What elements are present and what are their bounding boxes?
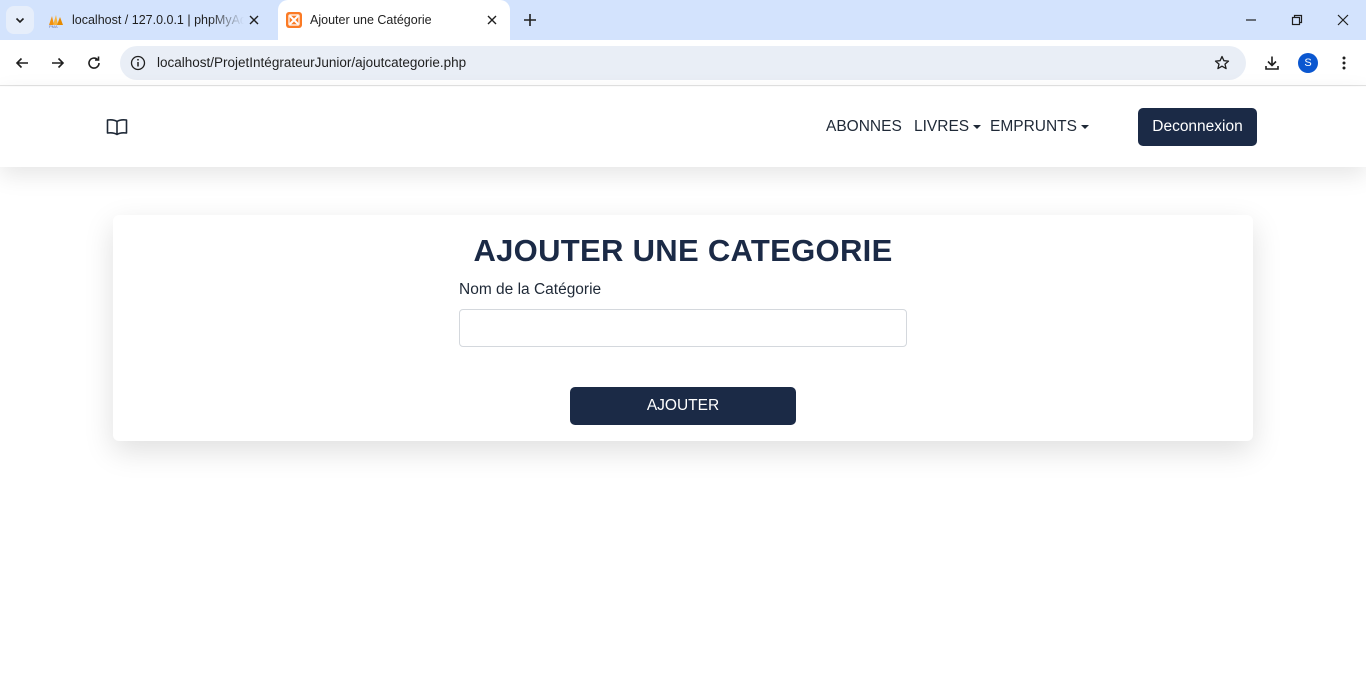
close-tab-icon[interactable] [482,10,502,30]
download-icon [1265,56,1279,70]
category-name-input[interactable] [459,309,907,347]
nav-emprunts-dropdown[interactable]: EMPRUNTS [990,118,1089,136]
url-text[interactable]: localhost/ProjetIntégrateurJunior/ajoutc… [157,55,466,70]
nav-abonnes[interactable]: ABONNES [826,118,902,136]
bookmark-star-icon[interactable] [1212,53,1232,73]
nav-abonnes-label: ABONNES [826,118,902,135]
close-tab-icon[interactable] [244,10,264,30]
xampp-icon [286,12,302,28]
site-navbar: ABONNES LIVRES EMPRUNTS Deconnexion [0,87,1366,167]
restore-icon [1291,14,1303,26]
new-tab-button[interactable] [518,8,542,32]
logout-button[interactable]: Deconnexion [1138,108,1257,146]
page-title: AJOUTER UNE CATEGORIE [473,233,893,268]
close-icon [1337,14,1349,26]
phpmyadmin-icon: PMA [49,15,63,28]
browser-toolbar: localhost/ProjetIntégrateurJunior/ajoutc… [0,40,1366,86]
tab-search-button[interactable] [6,6,34,34]
address-bar[interactable]: localhost/ProjetIntégrateurJunior/ajoutc… [120,46,1246,80]
arrow-left-icon [15,57,28,69]
reload-icon [88,56,100,69]
close-window-button[interactable] [1320,0,1366,40]
arrow-right-icon [52,57,65,69]
add-category-card: AJOUTER UNE CATEGORIE Nom de la Catégori… [113,215,1253,441]
more-vertical-icon [1342,56,1346,70]
caret-down-icon [973,125,982,129]
nav-livres-dropdown[interactable]: LIVRES [914,118,982,136]
minimize-icon [1246,19,1256,21]
downloads-button[interactable] [1258,49,1286,77]
tab-title: localhost / 127.0.0.1 | phpMyAdmin [72,13,244,27]
profile-avatar[interactable]: S [1298,53,1318,73]
reload-button[interactable] [80,49,108,77]
tab-ajouter-categorie[interactable]: Ajouter une Catégorie [278,0,510,40]
minimize-button[interactable] [1228,0,1274,40]
caret-down-icon [1080,125,1089,129]
tab-phpmyadmin[interactable]: PMA localhost / 127.0.0.1 | phpMyAdmin [40,0,272,40]
open-book-icon[interactable] [106,118,128,136]
chevron-down-icon [15,17,25,24]
browser-tab-bar: PMA localhost / 127.0.0.1 | phpMyAdmin A… [0,0,1366,40]
svg-text:PMA: PMA [49,24,58,28]
nav-livres-label: LIVRES [914,118,970,135]
back-button[interactable] [8,49,36,77]
forward-button[interactable] [44,49,72,77]
browser-menu-button[interactable] [1330,49,1358,77]
plus-icon [524,14,536,26]
add-button[interactable]: AJOUTER [570,387,796,425]
tab-title: Ajouter une Catégorie [310,13,432,27]
restore-button[interactable] [1274,0,1320,40]
category-name-label: Nom de la Catégorie [459,281,602,298]
nav-emprunts-label: EMPRUNTS [990,118,1077,135]
site-info-icon[interactable] [128,53,148,73]
